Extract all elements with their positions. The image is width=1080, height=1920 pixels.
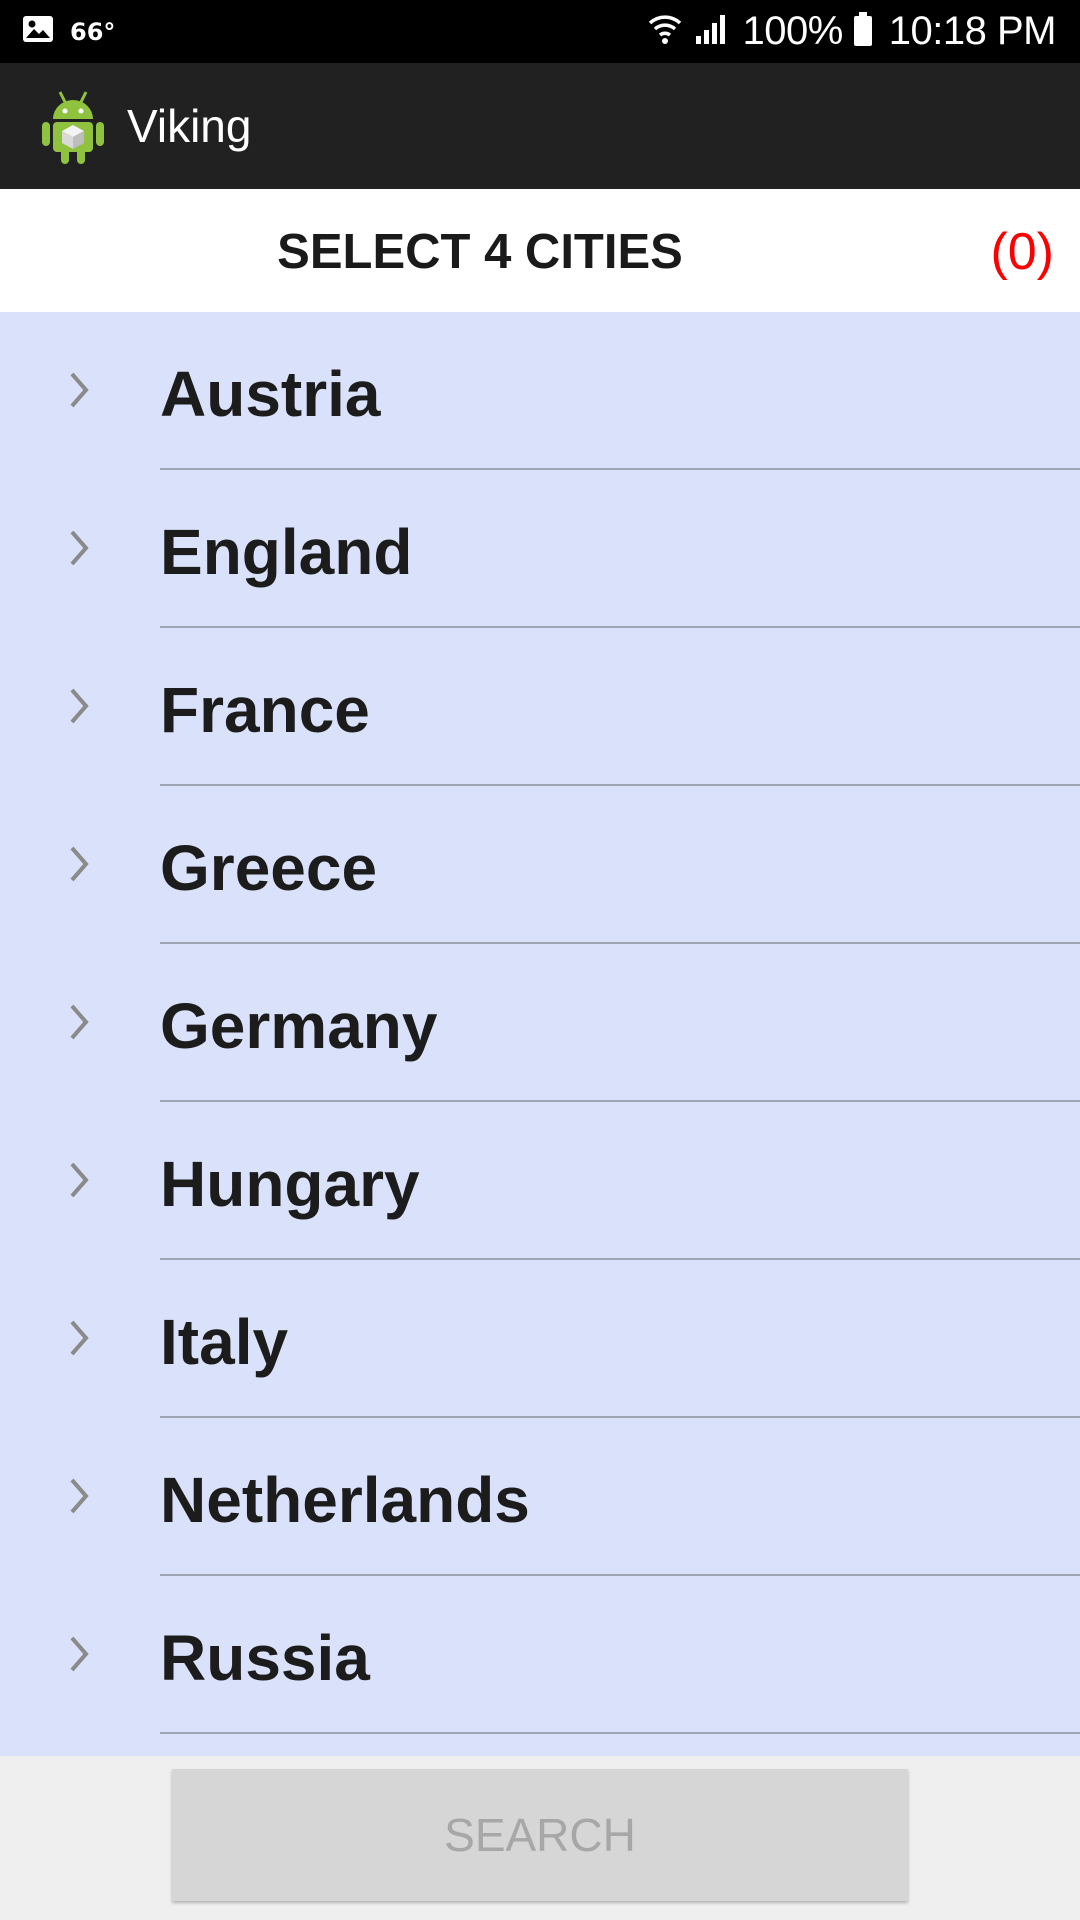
country-label: Austria — [160, 358, 381, 430]
chevron-right-icon — [64, 686, 94, 726]
chevron-right-icon — [64, 1160, 94, 1200]
selected-count: (0) — [990, 223, 1054, 281]
chevron-right-icon — [64, 1002, 94, 1042]
signal-icon — [694, 12, 728, 51]
selection-header: SELECT 4 CITIES (0) — [0, 189, 1080, 312]
chevron-right-icon — [64, 1634, 94, 1674]
android-icon — [40, 89, 106, 165]
bottom-bar: SEARCH — [0, 1756, 1080, 1920]
list-item-country[interactable]: Russia — [0, 1576, 1080, 1734]
chevron-right-icon — [64, 1476, 94, 1516]
country-label: Germany — [160, 990, 438, 1062]
select-cities-title: SELECT 4 CITIES — [277, 225, 683, 279]
country-label: Hungary — [160, 1148, 420, 1220]
wifi-icon — [648, 12, 682, 51]
list-item-country[interactable]: Austria — [0, 312, 1080, 470]
status-bar: 66° 100% 10:18 PM — [0, 0, 1080, 63]
status-left: 66° — [22, 0, 115, 63]
chevron-right-icon — [64, 1318, 94, 1358]
app-title: Viking — [127, 100, 252, 152]
list-item-country[interactable]: Netherlands — [0, 1418, 1080, 1576]
battery-percent: 100% — [742, 9, 843, 53]
country-label: France — [160, 674, 370, 746]
country-label: Russia — [160, 1622, 370, 1694]
battery-icon — [853, 12, 873, 51]
list-item-country[interactable]: Italy — [0, 1260, 1080, 1418]
country-label: Greece — [160, 832, 378, 904]
list-item-country[interactable]: England — [0, 470, 1080, 628]
gallery-icon — [22, 15, 54, 48]
list-item-country[interactable]: Germany — [0, 944, 1080, 1102]
status-right: 100% 10:18 PM — [648, 0, 1057, 63]
temperature-text: 66° — [70, 17, 116, 46]
divider — [160, 1732, 1080, 1734]
list-item-country[interactable]: Greece — [0, 786, 1080, 944]
country-label: Italy — [160, 1306, 289, 1378]
country-list[interactable]: Austria England France Greece Germany Hu… — [0, 312, 1080, 1756]
country-label: Netherlands — [160, 1464, 530, 1536]
list-item-country[interactable]: France — [0, 628, 1080, 786]
clock-time: 10:18 PM — [888, 9, 1057, 53]
app-bar: Viking — [0, 63, 1080, 189]
chevron-right-icon — [64, 528, 94, 568]
list-item-country[interactable]: Hungary — [0, 1102, 1080, 1260]
chevron-right-icon — [64, 370, 94, 410]
country-label: England — [160, 516, 413, 588]
chevron-right-icon — [64, 844, 94, 884]
search-button[interactable]: SEARCH — [172, 1769, 908, 1901]
